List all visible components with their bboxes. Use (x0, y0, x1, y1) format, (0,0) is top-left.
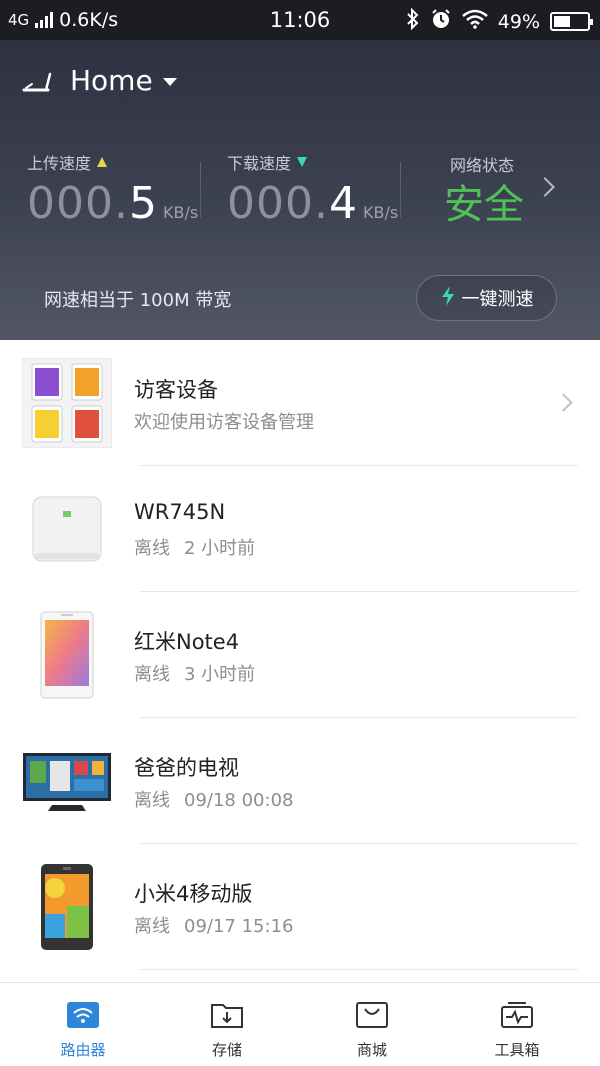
device-last-seen: 2 小时前 (184, 538, 256, 559)
tab-label: 存储 (211, 1041, 242, 1059)
battery-icon (550, 12, 593, 31)
device-title: WR745N (134, 500, 226, 524)
bluetooth-icon (406, 7, 420, 35)
router-wifi-icon (66, 1001, 100, 1033)
bandwidth-text: 网速相当于 100M 带宽 (44, 290, 232, 311)
device-title: 小米4移动版 (134, 882, 253, 906)
download-speed-value: 4 (328, 178, 357, 229)
divider (140, 969, 578, 970)
device-status: 离线 (134, 664, 170, 685)
download-arrow-icon (297, 157, 308, 167)
divider (200, 162, 201, 218)
device-subtitle: 离线 09/18 00:08 (134, 786, 293, 812)
bottom-tab-bar: 路由器 存储 商城 工具箱 (0, 982, 600, 1066)
list-item-device[interactable]: 小米4移动版 离线 09/17 15:16 (0, 844, 600, 970)
device-subtitle: 离线 09/17 15:16 (134, 912, 293, 938)
device-last-seen: 09/17 15:16 (184, 916, 294, 937)
list-item-guest-devices[interactable]: 访客设备 欢迎使用访客设备管理 (0, 340, 600, 466)
device-subtitle: 欢迎使用访客设备管理 (134, 412, 314, 433)
phone-device-icon (22, 862, 112, 952)
speed-test-label: 一键测速 (461, 289, 534, 310)
status-bar: 4G 0.6K/s 11:06 49% (0, 0, 600, 40)
device-subtitle: 离线 3 小时前 (134, 660, 255, 686)
tab-storage[interactable]: 存储 (152, 983, 302, 1066)
wifi-icon (461, 9, 488, 34)
device-subtitle: 离线 2 小时前 (134, 534, 255, 560)
download-stat: 下载速度 000. 4 KB/s (227, 150, 398, 229)
alarm-icon (430, 8, 452, 35)
tab-toolbox[interactable]: 工具箱 (442, 983, 592, 1066)
router-selector[interactable]: Home (70, 64, 177, 97)
tab-label: 路由器 (60, 1041, 106, 1059)
router-device-icon (22, 484, 112, 574)
device-last-seen: 09/18 00:08 (184, 790, 294, 811)
chevron-right-icon (535, 177, 555, 197)
list-item-device[interactable]: 红米Note4 离线 3 小时前 (0, 592, 600, 718)
list-item-device[interactable]: WR745N 离线 2 小时前 (0, 466, 600, 592)
toolbox-icon (500, 1001, 534, 1033)
device-title: 访客设备 (134, 378, 218, 402)
download-label: 下载速度 (227, 154, 292, 173)
caret-down-icon (162, 77, 177, 86)
tab-router[interactable]: 路由器 (8, 983, 158, 1066)
lightning-icon (440, 285, 456, 312)
tab-label: 商城 (356, 1041, 387, 1059)
device-title: 红米Note4 (134, 630, 240, 654)
upload-stat: 上传速度 000. 5 KB/s (27, 150, 198, 229)
upload-label: 上传速度 (27, 154, 92, 173)
shop-bag-icon (355, 1001, 389, 1033)
download-speed-unit: KB/s (362, 203, 399, 222)
router-icon (22, 70, 54, 98)
chevron-right-icon (554, 393, 573, 412)
router-name: Home (70, 64, 153, 97)
device-last-seen: 3 小时前 (184, 664, 256, 685)
device-status: 离线 (134, 538, 170, 559)
speed-test-button[interactable]: 一键测速 (416, 275, 557, 321)
device-status: 离线 (134, 790, 170, 811)
divider (400, 162, 401, 218)
phone-device-icon (22, 610, 112, 700)
tab-shop[interactable]: 商城 (297, 983, 447, 1066)
tab-label: 工具箱 (494, 1041, 540, 1059)
upload-arrow-icon (97, 157, 108, 167)
upload-speed-value: 5 (128, 178, 157, 229)
device-status: 离线 (134, 916, 170, 937)
tv-device-icon (22, 736, 112, 826)
guest-devices-icon (22, 358, 112, 448)
download-speed-leading: 000. (227, 178, 329, 229)
device-title: 爸爸的电视 (134, 756, 239, 780)
router-dashboard-header: Home 上传速度 000. 5 KB/s 下载速度 000. 4 KB/s 网络状态 … (0, 40, 600, 340)
network-status-value: 安全 (444, 182, 524, 228)
list-item-device[interactable]: 爸爸的电视 离线 09/18 00:08 (0, 718, 600, 844)
upload-speed-leading: 000. (27, 178, 129, 229)
upload-speed-unit: KB/s (162, 203, 199, 222)
battery-percent: 49% (497, 10, 540, 33)
storage-folder-icon (210, 1001, 244, 1033)
